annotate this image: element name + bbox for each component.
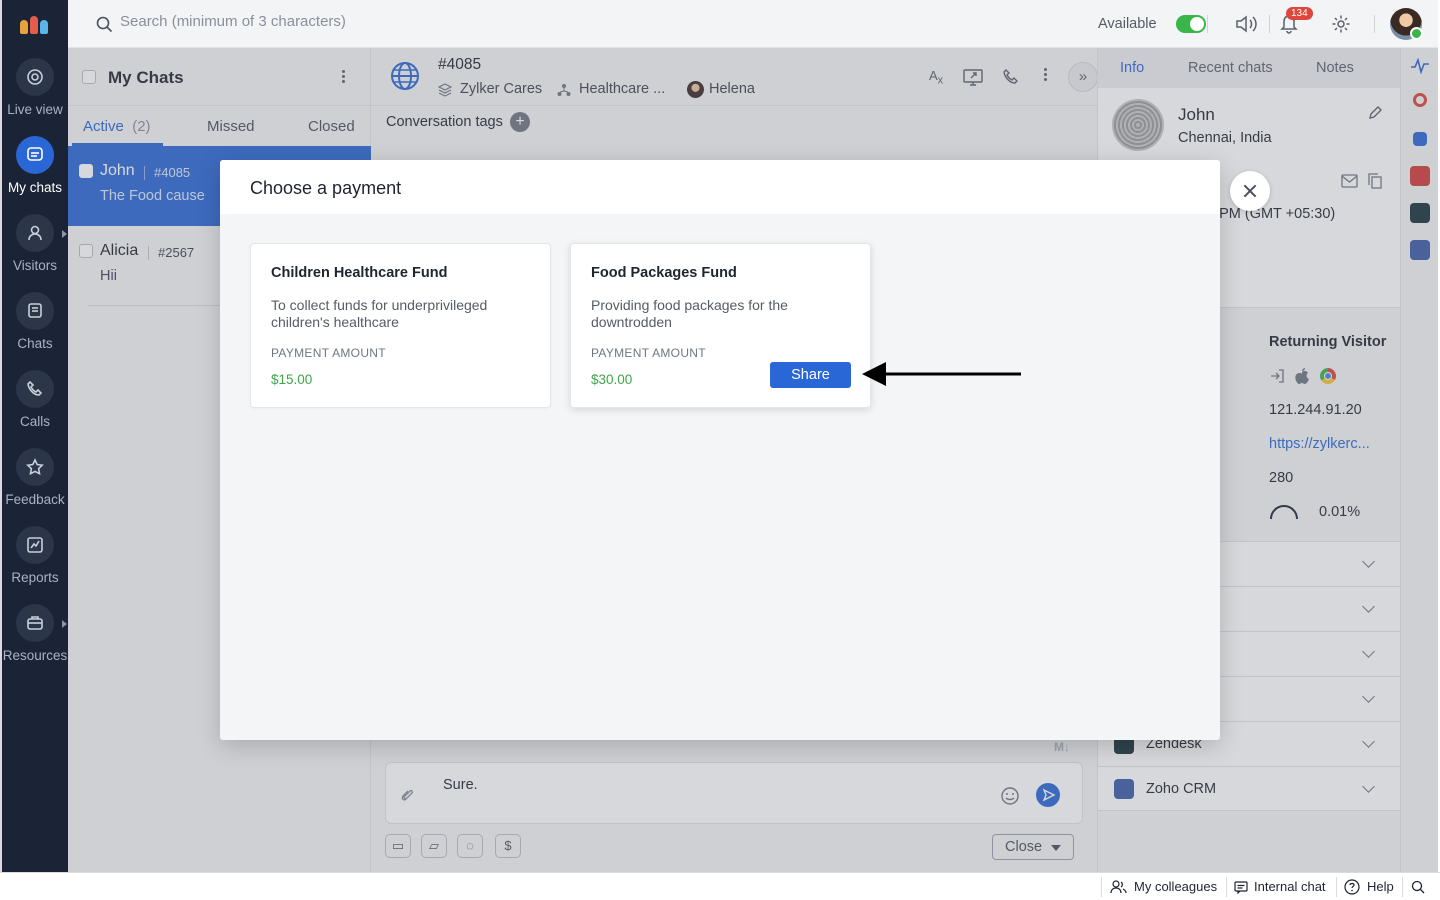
- top-bar: Available 134: [68, 0, 1438, 48]
- payment-amount: $15.00: [271, 372, 313, 387]
- modal-header: Choose a payment: [220, 160, 1220, 214]
- internal-chat-link[interactable]: Internal chat: [1254, 879, 1326, 894]
- app-logo-icon[interactable]: [20, 12, 50, 34]
- chat-bubble-icon: [16, 136, 54, 174]
- star-icon: [16, 448, 54, 486]
- choose-payment-modal: Choose a payment Children Healthcare Fun…: [220, 160, 1220, 740]
- live-view-icon: [16, 58, 54, 96]
- divider: [1207, 15, 1208, 33]
- divider: [1101, 877, 1102, 897]
- nav-label: Visitors: [12, 258, 57, 273]
- help-link[interactable]: Help: [1367, 879, 1394, 894]
- nav-visitors[interactable]: Visitors: [2, 214, 68, 273]
- modal-title: Choose a payment: [250, 178, 402, 198]
- divider: [1269, 15, 1270, 33]
- divider: [1336, 877, 1337, 897]
- chart-icon: [16, 526, 54, 564]
- divider: [1402, 877, 1403, 897]
- nav-label: My chats: [7, 180, 62, 195]
- payment-amount: $30.00: [591, 372, 633, 387]
- briefcase-icon: [16, 604, 54, 642]
- close-modal-button[interactable]: [1230, 171, 1270, 211]
- payment-title: Food Packages Fund: [591, 265, 737, 281]
- nav-resources[interactable]: Resources: [2, 604, 68, 663]
- colleagues-icon: [1110, 880, 1127, 894]
- nav-label: Reports: [11, 570, 59, 585]
- my-colleagues-link[interactable]: My colleagues: [1134, 879, 1217, 894]
- payment-description: To collect funds for underprivileged chi…: [271, 297, 488, 330]
- nav-chats[interactable]: Chats: [2, 292, 68, 351]
- availability-label: Available: [1098, 16, 1157, 32]
- bottom-bar: My colleagues Internal chat Help: [0, 872, 1440, 900]
- chats-icon: [16, 292, 54, 330]
- search-icon: [96, 16, 113, 33]
- payment-description: Providing food packages for the downtrod…: [591, 297, 788, 330]
- phone-icon: [16, 370, 54, 408]
- payment-amount-label: PAYMENT AMOUNT: [271, 346, 386, 360]
- divider: [1374, 15, 1375, 33]
- search-input[interactable]: [120, 13, 520, 30]
- payment-card[interactable]: Food Packages Fund Providing food packag…: [570, 243, 871, 408]
- payment-amount-label: PAYMENT AMOUNT: [591, 346, 706, 360]
- left-navigation: Live view My chats Visitors Chats Calls …: [0, 0, 68, 872]
- share-button[interactable]: Share: [770, 362, 851, 388]
- nav-label: Live view: [7, 102, 63, 117]
- nav-my-chats[interactable]: My chats: [2, 136, 68, 195]
- expand-caret-icon[interactable]: [62, 620, 67, 628]
- nav-live-view[interactable]: Live view: [2, 58, 68, 117]
- payment-card[interactable]: Children Healthcare Fund To collect fund…: [250, 243, 551, 408]
- help-icon: [1344, 879, 1360, 895]
- expand-caret-icon[interactable]: [62, 230, 67, 238]
- user-avatar[interactable]: [1390, 8, 1423, 40]
- nav-reports[interactable]: Reports: [2, 526, 68, 585]
- nav-label: Calls: [19, 414, 50, 429]
- payment-title: Children Healthcare Fund: [271, 265, 448, 281]
- gear-icon[interactable]: [1331, 13, 1351, 35]
- nav-feedback[interactable]: Feedback: [2, 448, 68, 507]
- nav-label: Feedback: [5, 492, 65, 507]
- search-icon[interactable]: [1411, 880, 1425, 894]
- pointer-arrow-icon: [862, 362, 1021, 386]
- nav-label: Resources: [2, 648, 68, 663]
- availability-toggle[interactable]: [1176, 15, 1206, 33]
- person-icon: [16, 214, 54, 252]
- internal-chat-icon: [1234, 881, 1248, 894]
- nav-label: Chats: [17, 336, 53, 351]
- divider: [1226, 877, 1227, 897]
- notification-badge: 134: [1286, 7, 1313, 20]
- sound-icon[interactable]: [1234, 13, 1260, 35]
- nav-calls[interactable]: Calls: [2, 370, 68, 429]
